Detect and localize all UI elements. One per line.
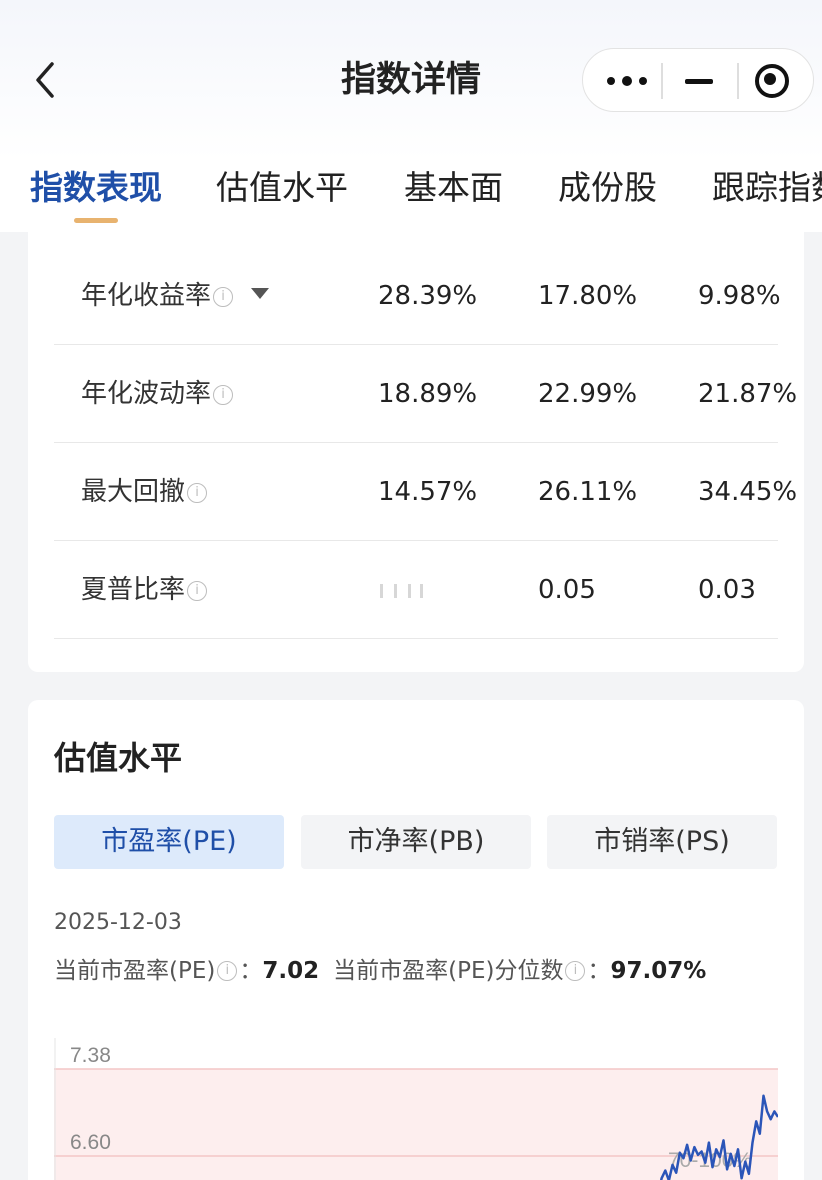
capsule-divider (737, 63, 739, 99)
current-pe-value: 7.02 (262, 958, 320, 984)
metric-row-max-drawdown: 最大回撤 i 14.57% 26.11% 34.45% (54, 443, 797, 541)
metric-value: 9.98% (698, 281, 781, 311)
more-button[interactable] (597, 59, 659, 103)
close-button[interactable] (749, 59, 793, 103)
current-pe-label: 当前市盈率(PE) (54, 958, 216, 984)
loading-placeholder (380, 584, 428, 598)
info-icon[interactable]: i (217, 961, 238, 981)
info-icon[interactable]: i (213, 287, 234, 307)
metric-label: 最大回撤 (81, 477, 186, 507)
metric-row-sharpe-ratio: 夏普比率 i 0.05 0.03 (54, 541, 778, 639)
metric-value: 0.05 (538, 575, 596, 605)
y-tick-label: 6.60 (70, 1131, 111, 1154)
metric-value: 21.87% (698, 379, 798, 409)
capsule-divider (661, 63, 663, 99)
valuation-date: 2025-12-03 (54, 910, 182, 935)
info-icon[interactable]: i (565, 961, 586, 981)
info-icon[interactable]: i (187, 483, 208, 503)
metric-value: 0.03 (698, 575, 756, 605)
metric-value: 18.89% (378, 379, 478, 409)
y-tick-label: 7.38 (70, 1044, 111, 1067)
dropdown-triangle-icon[interactable] (251, 288, 270, 299)
minimize-button[interactable] (673, 59, 725, 103)
metrics-table-card: 年化收益率 i 28.39% 17.80% 9.98% 年化波动率 i 18.89%… (28, 232, 804, 672)
segment-pe[interactable]: 市盈率(PE) (54, 815, 284, 869)
pe-percentile-label: 当前市盈率(PE)分位数 (333, 958, 564, 984)
metric-label: 年化波动率 (81, 379, 212, 409)
segment-pb[interactable]: 市净率(PB) (301, 815, 531, 869)
metric-value: 14.57% (378, 477, 478, 507)
metric-row-annual-return: 年化收益率 i 28.39% 17.80% 9.98% (54, 247, 781, 345)
tab-valuation[interactable]: 估值水平 (216, 166, 348, 210)
navigation-bar: 指数详情 (0, 0, 822, 160)
info-icon[interactable]: i (213, 385, 234, 405)
info-icon[interactable]: i (187, 581, 208, 601)
tab-constituents[interactable]: 成份股 (558, 166, 657, 210)
section-title: 估值水平 (54, 739, 183, 777)
annual-return-selector[interactable]: 年化收益率 i (81, 279, 270, 313)
tab-tracking-index[interactable]: 跟踪指数 (712, 166, 822, 210)
pe-summary: 当前市盈率(PE) i ：7.02 当前市盈率(PE)分位数 i ：97.07% (54, 956, 720, 986)
metric-value: 26.11% (538, 477, 638, 507)
metric-value: 22.99% (538, 379, 638, 409)
metric-value: 28.39% (378, 281, 478, 311)
tab-bar: 指数表现 估值水平 基本面 成份股 跟踪指数 (0, 160, 822, 232)
pe-percentile-value: 97.07% (610, 958, 707, 984)
segment-ps[interactable]: 市销率(PS) (547, 815, 777, 869)
metric-value: 34.45% (698, 477, 798, 507)
colon: ： (587, 958, 611, 984)
more-dots-icon (607, 77, 615, 85)
metric-value: 17.80% (538, 281, 638, 311)
pe-history-chart[interactable]: 7.38 6.60 70-100% (54, 1038, 778, 1180)
active-tab-indicator (74, 218, 118, 223)
colon: ： (239, 958, 263, 984)
valuation-card: 估值水平 市盈率(PE) 市净率(PB) 市销率(PS) 2025-12-03 … (28, 700, 804, 1180)
minimize-icon (685, 79, 713, 84)
metric-label: 年化收益率 (81, 281, 212, 311)
metric-label: 夏普比率 (81, 575, 186, 605)
tab-index-performance[interactable]: 指数表现 (30, 166, 162, 210)
metric-row-annual-volatility: 年化波动率 i 18.89% 22.99% 21.87% (54, 345, 797, 443)
mini-program-capsule (582, 48, 814, 112)
tab-fundamentals[interactable]: 基本面 (404, 166, 503, 210)
